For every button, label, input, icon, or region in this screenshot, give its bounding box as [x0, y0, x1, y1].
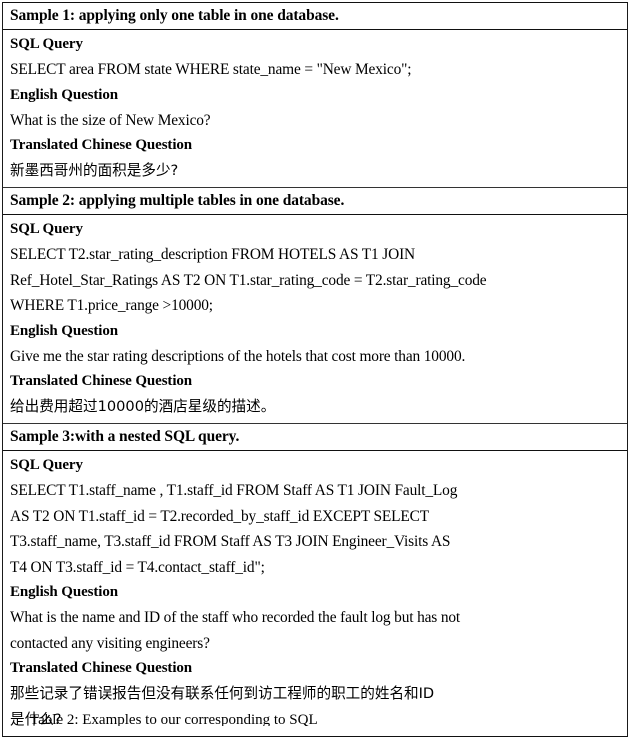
sample-2-chinese-question-label: Translated Chinese Question [10, 373, 193, 389]
sample-2-header: Sample 2: applying multiple tables in on… [3, 187, 627, 215]
sample-1-chinese-question-label: Translated Chinese Question [10, 137, 193, 153]
sample-3-chinese-question-label: Translated Chinese Question [10, 660, 193, 676]
sample-3-english-question-value: What is the name and ID of the staff who… [10, 609, 461, 652]
sample-3-body: SQL Query SELECT T1.staff_name , T1.staf… [3, 451, 627, 736]
sample-block-2: Sample 2: applying multiple tables in on… [3, 187, 627, 423]
sample-3-header: Sample 3:with a nested SQL query. [3, 423, 627, 451]
sample-block-3: Sample 3:with a nested SQL query. SQL Qu… [3, 423, 627, 736]
figure-caption: Table 2: Examples to our corresponding t… [30, 711, 600, 726]
sample-1-sql-query-value: SELECT area FROM state WHERE state_name … [10, 61, 412, 78]
sample-2-body: SQL Query SELECT T2.star_rating_descript… [3, 215, 627, 423]
sample-1-english-question-label: English Question [10, 86, 119, 103]
sample-2-english-question-label: English Question [10, 322, 119, 339]
sample-1-body: SQL Query SELECT area FROM state WHERE s… [3, 30, 627, 187]
figure-page: Sample 1: applying only one table in one… [0, 0, 630, 737]
sample-1-chinese-question-value: 新墨西哥州的面积是多少? [10, 162, 179, 179]
sample-2-english-question-value: Give me the star rating descriptions of … [10, 347, 466, 365]
sample-1-sql-query-label: SQL Query [10, 36, 83, 52]
sample-1-header: Sample 1: applying only one table in one… [3, 3, 627, 30]
sample-3-sql-query-label: SQL Query [10, 457, 83, 473]
sample-3-sql-query-value: SELECT T1.staff_name , T1.staff_id FROM … [10, 482, 458, 576]
sample-2-chinese-question-value: 给出费用超过10000的酒店星级的描述。 [10, 398, 276, 415]
sample-3-english-question-label: English Question [10, 584, 119, 600]
sample-1-english-question-value: What is the size of New Mexico? [10, 111, 211, 129]
sample-2-sql-query-value: SELECT T2.star_rating_description FROM H… [10, 246, 487, 314]
figure-caption-text: Table 2: Examples to our corresponding t… [30, 712, 318, 726]
sample-2-sql-query-label: SQL Query [10, 221, 83, 237]
sample-block-1: Sample 1: applying only one table in one… [3, 3, 627, 187]
samples-table: Sample 1: applying only one table in one… [2, 2, 628, 737]
